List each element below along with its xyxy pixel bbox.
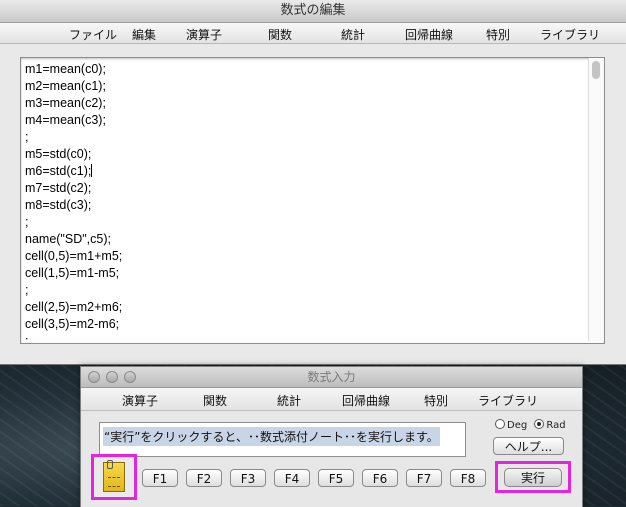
menu-statistics[interactable]: 統計 xyxy=(341,26,365,43)
menu-file[interactable]: ファイル xyxy=(69,26,117,43)
code-line: ; xyxy=(25,334,29,343)
code-line: ; xyxy=(25,283,29,297)
palette-menu-special[interactable]: 特別 xyxy=(424,392,448,409)
palette-menu-operators[interactable]: 演算子 xyxy=(122,392,158,409)
f5-button[interactable]: F5 xyxy=(318,469,354,487)
menu-functions[interactable]: 関数 xyxy=(268,26,292,43)
formula-input-field[interactable]: “実行”をクリックすると、･･数式添付ノート･･を実行します。 xyxy=(99,422,466,457)
f7-button[interactable]: F7 xyxy=(406,469,442,487)
code-line: name("SD",c5); xyxy=(25,232,111,246)
run-button-highlight: 実行 xyxy=(495,461,571,493)
code-line: m4=mean(c3); xyxy=(25,113,106,127)
code-lines: m1=mean(c0); m2=mean(c1); m3=mean(c2); m… xyxy=(25,61,582,343)
f8-button[interactable]: F8 xyxy=(450,469,486,487)
code-line: cell(3,5)=m2-m6; xyxy=(25,317,120,331)
code-line: m2=mean(c1); xyxy=(25,79,106,93)
formula-input-text: “実行”をクリックすると、･･数式添付ノート･･を実行します。 xyxy=(103,427,440,446)
run-button[interactable]: 実行 xyxy=(504,468,562,487)
deg-radio[interactable]: Deg xyxy=(495,419,528,431)
menu-regression[interactable]: 回帰曲線 xyxy=(405,26,453,43)
f3-button[interactable]: F3 xyxy=(230,469,266,487)
menu-edit[interactable]: 編集 xyxy=(132,26,156,43)
palette-menubar: 演算子 関数 統計 回帰曲線 特別 ライブラリ xyxy=(81,388,582,411)
formula-text-area[interactable]: m1=mean(c0); m2=mean(c1); m3=mean(c2); m… xyxy=(20,57,605,344)
help-button[interactable]: ヘルプ... xyxy=(493,437,564,455)
code-line: m1=mean(c0); xyxy=(25,62,106,76)
code-line: ; xyxy=(25,215,29,229)
rad-label: Rad xyxy=(546,420,566,431)
text-caret xyxy=(91,164,93,177)
code-line: cell(0,5)=m1+m5; xyxy=(25,249,123,263)
f6-button[interactable]: F6 xyxy=(362,469,398,487)
f4-button[interactable]: F4 xyxy=(274,469,310,487)
formula-input-palette: 数式入力 演算子 関数 統計 回帰曲線 特別 ライブラリ “実行”をクリックする… xyxy=(80,366,583,507)
vertical-scrollbar[interactable] xyxy=(588,58,604,341)
palette-menu-functions[interactable]: 関数 xyxy=(203,392,227,409)
palette-menu-library[interactable]: ライブラリ xyxy=(478,392,538,409)
f2-button[interactable]: F2 xyxy=(186,469,222,487)
f1-button[interactable]: F1 xyxy=(142,469,178,487)
menu-library[interactable]: ライブラリ xyxy=(540,26,600,43)
menu-operators[interactable]: 演算子 xyxy=(186,26,222,43)
angle-mode-selector: Deg Rad xyxy=(495,419,566,431)
code-line: ; xyxy=(25,130,29,144)
palette-title: 数式入力 xyxy=(307,370,356,384)
code-line: m3=mean(c2); xyxy=(25,96,106,110)
scrollbar-thumb[interactable] xyxy=(592,61,600,79)
zoom-window-button[interactable] xyxy=(124,371,136,383)
paperclip-icon xyxy=(107,460,113,469)
formula-editor-window: 数式の編集 ファイル 編集 演算子 関数 統計 回帰曲線 特別 ライブラリ m1… xyxy=(0,0,626,365)
code-line-with-caret: m6=std(c1); xyxy=(25,163,582,180)
rad-radio[interactable]: Rad xyxy=(534,419,566,431)
radio-icon xyxy=(495,419,505,429)
palette-titlebar: 数式入力 xyxy=(81,367,582,388)
note-attachment-icon xyxy=(103,460,125,492)
code-line: cell(1,5)=m1-m5; xyxy=(25,266,120,280)
deg-label: Deg xyxy=(507,420,528,431)
code-line-text: m6=std(c1); xyxy=(25,164,92,178)
code-line: cell(2,5)=m2+m6; xyxy=(25,300,123,314)
minimize-window-button[interactable] xyxy=(106,371,118,383)
close-window-button[interactable] xyxy=(88,371,100,383)
palette-menu-regression[interactable]: 回帰曲線 xyxy=(342,392,390,409)
radio-selected-icon xyxy=(534,419,545,429)
note-attachment-button[interactable] xyxy=(91,454,137,500)
code-line: m7=std(c2); xyxy=(25,181,92,195)
editor-menubar: ファイル 編集 演算子 関数 統計 回帰曲線 特別 ライブラリ xyxy=(0,23,626,44)
note-lines xyxy=(108,477,120,487)
code-line: m8=std(c3); xyxy=(25,198,92,212)
menu-special[interactable]: 特別 xyxy=(486,26,510,43)
code-line: m5=std(c0); xyxy=(25,147,92,161)
palette-menu-statistics[interactable]: 統計 xyxy=(277,392,301,409)
window-title: 数式の編集 xyxy=(0,0,626,23)
